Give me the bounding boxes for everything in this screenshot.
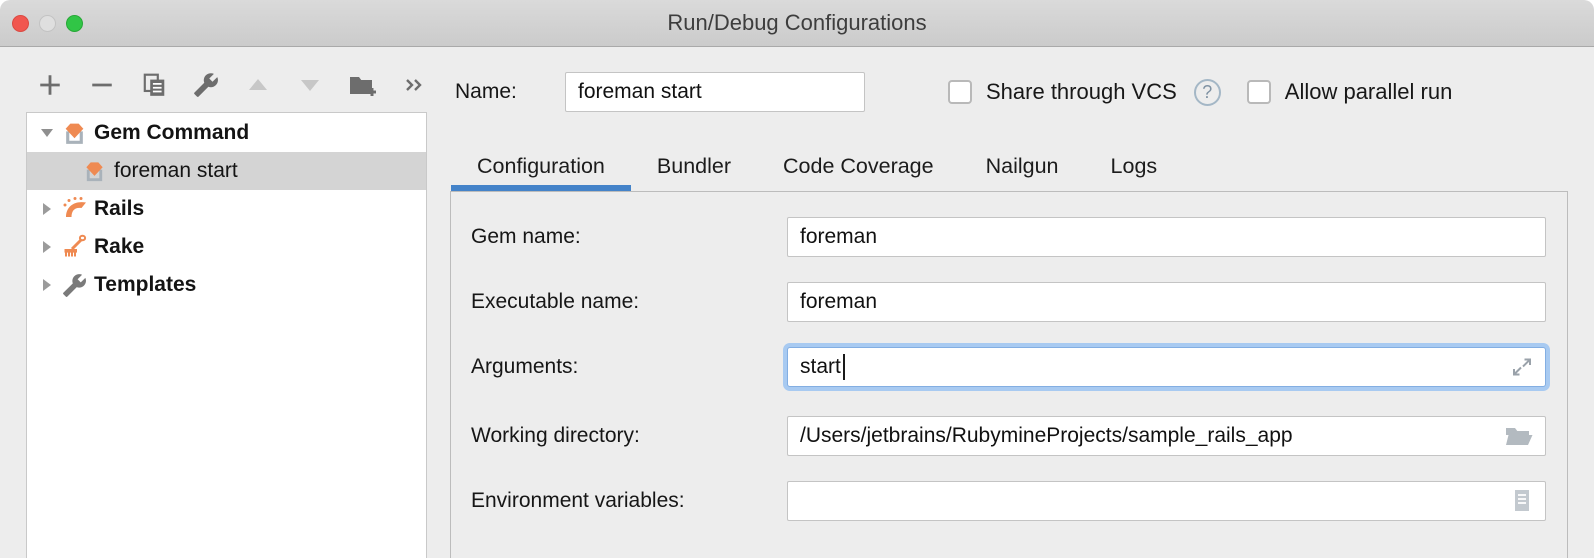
settings-tabs: Configuration Bundler Code Coverage Nail… xyxy=(451,147,1183,185)
rake-icon xyxy=(61,234,88,260)
move-up-button[interactable] xyxy=(244,71,272,99)
working-directory-input[interactable] xyxy=(787,416,1546,456)
close-button[interactable] xyxy=(12,15,29,32)
allow-parallel-run-label: Allow parallel run xyxy=(1285,79,1453,105)
gem-icon xyxy=(81,160,108,183)
expand-icon[interactable] xyxy=(1510,355,1534,379)
tab-nailgun[interactable]: Nailgun xyxy=(960,147,1085,185)
minus-icon xyxy=(89,72,115,98)
name-row: Name: xyxy=(455,72,865,112)
tree-item-rails[interactable]: Rails xyxy=(27,190,426,228)
window-title: Run/Debug Configurations xyxy=(0,0,1594,46)
chevron-down-icon[interactable] xyxy=(37,125,57,141)
copy-configuration-button[interactable] xyxy=(140,71,168,99)
tree-item-label: Rails xyxy=(94,197,144,221)
rails-icon xyxy=(61,196,88,222)
tree-item-label: Rake xyxy=(94,235,144,259)
folder-plus-icon xyxy=(348,72,376,98)
name-input[interactable] xyxy=(565,72,865,112)
titlebar: Run/Debug Configurations xyxy=(0,0,1594,47)
open-folder-icon[interactable] xyxy=(1504,424,1534,448)
zoom-button[interactable] xyxy=(66,15,83,32)
tab-configuration[interactable]: Configuration xyxy=(451,147,631,185)
arrow-down-icon xyxy=(298,73,322,97)
arguments-input[interactable]: start xyxy=(787,347,1546,387)
gem-icon xyxy=(61,121,88,146)
run-debug-configurations-dialog: Run/Debug Configurations xyxy=(0,0,1594,558)
minimize-button[interactable] xyxy=(39,15,56,32)
executable-name-row: Executable name: xyxy=(471,282,1546,322)
tab-code-coverage[interactable]: Code Coverage xyxy=(757,147,960,185)
gem-name-input[interactable] xyxy=(787,217,1546,257)
chevron-right-icon[interactable] xyxy=(37,201,57,217)
working-directory-label: Working directory: xyxy=(471,424,787,448)
wrench-icon xyxy=(193,72,219,98)
arguments-row: Arguments: start xyxy=(471,347,1546,387)
allow-parallel-run-checkbox[interactable] xyxy=(1247,80,1271,104)
help-icon[interactable]: ? xyxy=(1194,79,1221,106)
move-down-button[interactable] xyxy=(296,71,324,99)
dialog-content: Gem Command foreman start xyxy=(0,47,1594,558)
configurations-toolbar xyxy=(36,70,428,100)
double-chevron-icon xyxy=(403,74,425,96)
tab-bundler[interactable]: Bundler xyxy=(631,147,757,185)
gem-name-row: Gem name: xyxy=(471,217,1546,257)
arguments-label: Arguments: xyxy=(471,355,787,379)
wrench-icon xyxy=(61,273,88,298)
arguments-value: start xyxy=(800,355,841,379)
remove-configuration-button[interactable] xyxy=(88,71,116,99)
browse-list-icon[interactable] xyxy=(1512,488,1532,514)
share-through-vcs-checkbox[interactable] xyxy=(948,80,972,104)
tree-item-rake[interactable]: Rake xyxy=(27,228,426,266)
configurations-tree: Gem Command foreman start xyxy=(26,112,427,558)
tree-item-label: foreman start xyxy=(114,159,238,183)
share-through-vcs-label: Share through VCS xyxy=(986,79,1177,105)
tab-logs[interactable]: Logs xyxy=(1085,147,1184,185)
more-actions-button[interactable] xyxy=(400,71,428,99)
working-directory-row: Working directory: xyxy=(471,416,1546,456)
configuration-tab-panel: Gem name: Executable name: Arguments: st… xyxy=(450,191,1568,558)
tree-item-label: Templates xyxy=(94,273,196,297)
run-options: Share through VCS ? Allow parallel run xyxy=(948,72,1452,112)
add-configuration-button[interactable] xyxy=(36,71,64,99)
tree-item-templates[interactable]: Templates xyxy=(27,266,426,304)
environment-variables-input[interactable] xyxy=(787,481,1546,521)
chevron-right-icon[interactable] xyxy=(37,277,57,293)
edit-templates-button[interactable] xyxy=(192,71,220,99)
plus-icon xyxy=(37,72,63,98)
environment-variables-row: Environment variables: xyxy=(471,481,1546,521)
tree-item-gem-command[interactable]: Gem Command xyxy=(27,114,426,152)
new-folder-button[interactable] xyxy=(348,71,376,99)
arrow-up-icon xyxy=(246,73,270,97)
tree-item-foreman-start[interactable]: foreman start xyxy=(27,152,426,190)
executable-name-input[interactable] xyxy=(787,282,1546,322)
name-label: Name: xyxy=(455,80,565,104)
executable-name-label: Executable name: xyxy=(471,290,787,314)
copy-icon xyxy=(141,72,167,98)
text-caret xyxy=(843,354,845,380)
gem-name-label: Gem name: xyxy=(471,225,787,249)
environment-variables-label: Environment variables: xyxy=(471,489,787,513)
chevron-right-icon[interactable] xyxy=(37,239,57,255)
tree-item-label: Gem Command xyxy=(94,121,249,145)
